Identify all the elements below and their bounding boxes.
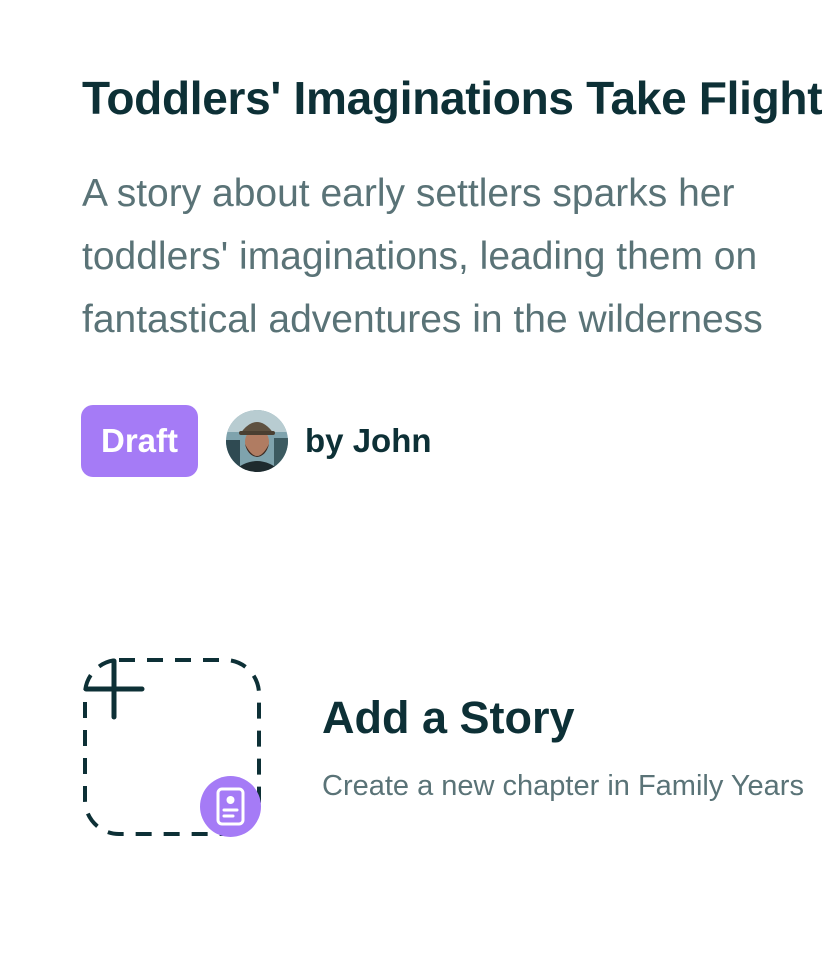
- story-description-line: toddlers' imaginations, leading them on: [82, 235, 758, 278]
- status-badge: Draft: [81, 405, 199, 477]
- add-story-description: Create a new chapter in Family Years: [322, 770, 804, 802]
- page: Toddlers' Imaginations Take Flight A sto…: [0, 0, 840, 960]
- author-name[interactable]: by John: [305, 422, 432, 460]
- add-story-button[interactable]: [82, 657, 262, 837]
- story-description-line: A story about early settlers sparks her: [82, 172, 735, 215]
- author-avatar[interactable]: [226, 410, 289, 472]
- story-title[interactable]: Toddlers' Imaginations Take Flight: [82, 68, 823, 128]
- story-meta: Draft by John: [81, 405, 432, 477]
- story-description-line: fantastical adventures in the wilderness: [82, 298, 763, 341]
- add-story-title[interactable]: Add a Story: [322, 690, 575, 746]
- document-icon: [200, 776, 261, 837]
- plus-icon: [83, 658, 145, 720]
- user-photo-avatar-icon: [226, 410, 289, 472]
- story-description: A story about early settlers sparks her …: [82, 162, 840, 351]
